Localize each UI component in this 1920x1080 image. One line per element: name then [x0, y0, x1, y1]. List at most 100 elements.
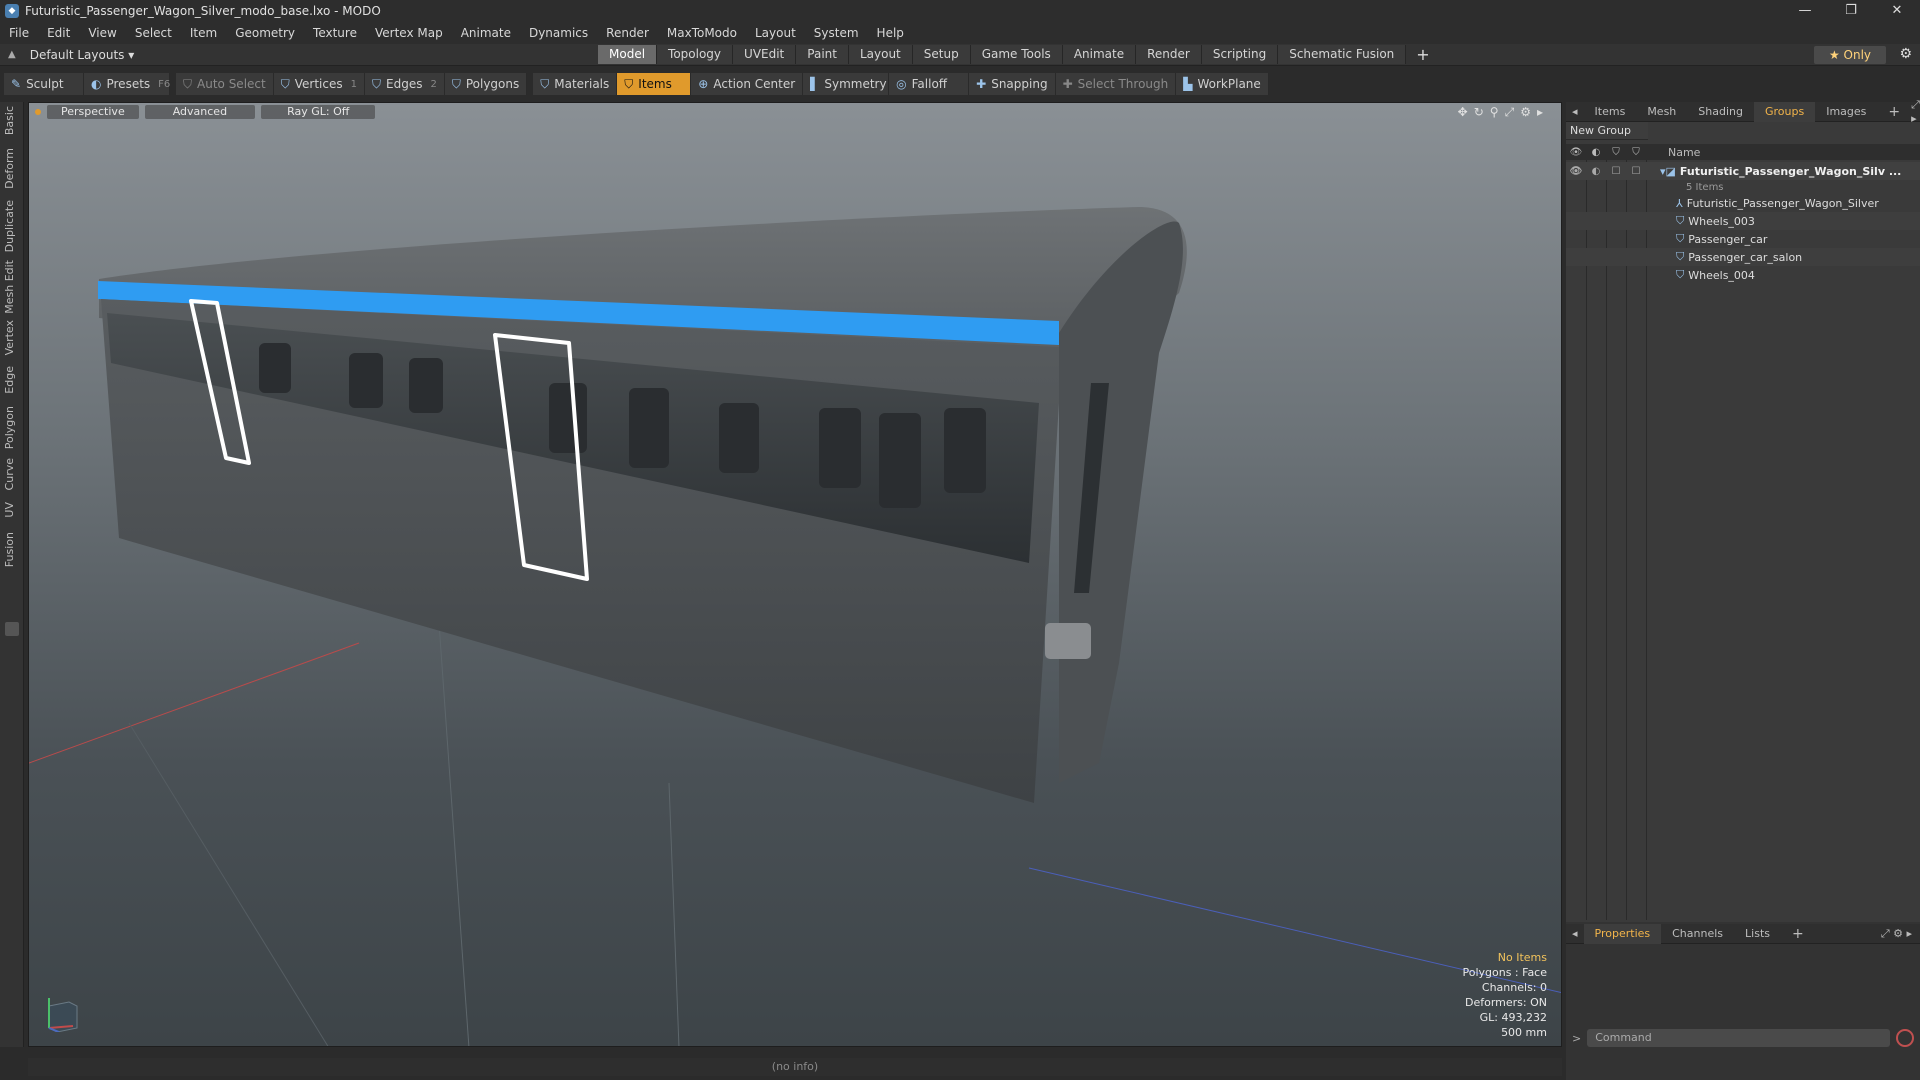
workplane-button[interactable]: ▙ WorkPlane — [1176, 73, 1269, 95]
action-center-button[interactable]: ⊕ Action Center — [691, 73, 804, 95]
sculpt-button[interactable]: ✎ Sculpt — [4, 73, 84, 95]
render-column-icon[interactable]: ◐ — [1586, 147, 1606, 158]
props-expand-icon[interactable]: ⤢ ⚙ ▸ — [1881, 927, 1920, 941]
tab-items[interactable]: Items — [1584, 102, 1637, 122]
command-input[interactable]: Command — [1587, 1029, 1890, 1047]
menu-view[interactable]: View — [79, 26, 125, 40]
only-toggle-button[interactable]: ★ Only — [1814, 46, 1886, 64]
symmetry-button[interactable]: ▌ Symmetry — [803, 73, 890, 95]
vertices-button[interactable]: ⛉ Vertices 1 — [273, 73, 365, 95]
close-icon[interactable]: ✕ — [1874, 0, 1920, 22]
menu-texture[interactable]: Texture — [304, 26, 366, 40]
menu-render[interactable]: Render — [597, 26, 658, 40]
menu-animate[interactable]: Animate — [452, 26, 520, 40]
add-tab-icon[interactable]: + — [1406, 45, 1439, 64]
left-tab-mesh-edit[interactable]: Mesh Edit — [3, 260, 16, 314]
group-lock-icon[interactable]: ☐ — [1606, 166, 1626, 177]
list-item[interactable]: ⛉ Passenger_car_salon — [1566, 248, 1920, 266]
tab-channels[interactable]: Channels — [1661, 924, 1734, 944]
left-tab-uv[interactable]: UV — [3, 502, 16, 518]
left-tab-basic[interactable]: Basic — [3, 106, 16, 135]
group-select-icon[interactable]: ☐ — [1626, 166, 1646, 177]
raygl-button[interactable]: Ray GL: Off — [261, 105, 376, 119]
list-item[interactable]: ⛉ Wheels_003 — [1566, 212, 1920, 230]
panel-toggle-icon[interactable] — [5, 622, 19, 636]
snapping-button[interactable]: ✚ Snapping — [969, 73, 1056, 95]
left-tab-fusion[interactable]: Fusion — [3, 532, 16, 567]
viewport-more-icon[interactable]: ▸ — [1537, 105, 1543, 120]
tab-render[interactable]: Render — [1136, 45, 1202, 64]
command-clear-icon[interactable] — [1896, 1029, 1914, 1047]
menu-item[interactable]: Item — [181, 26, 226, 40]
perspective-button[interactable]: Perspective — [47, 105, 139, 119]
tab-uvedit[interactable]: UVEdit — [733, 45, 797, 64]
presets-button[interactable]: ◐ Presets F6 — [84, 73, 170, 95]
tab-topology[interactable]: Topology — [657, 45, 734, 64]
layout-selector[interactable]: ▲ Default Layouts ▾ — [8, 48, 598, 62]
left-tab-polygon[interactable]: Polygon — [3, 406, 16, 449]
add-panel-tab-icon[interactable]: + — [1877, 102, 1911, 122]
left-tab-edge[interactable]: Edge — [3, 366, 16, 394]
tab-properties[interactable]: Properties — [1583, 923, 1662, 944]
group-render-icon[interactable]: ◐ — [1586, 166, 1606, 177]
menu-dynamics[interactable]: Dynamics — [520, 26, 597, 40]
materials-button[interactable]: ⛉ Materials — [533, 73, 618, 95]
3d-viewport[interactable]: Perspective Advanced Ray GL: Off ✥ ↻ ⚲ ⤢… — [28, 102, 1562, 1047]
menu-vertex-map[interactable]: Vertex Map — [366, 26, 452, 40]
auto-select-button[interactable]: ⛉ Auto Select — [176, 73, 274, 95]
menu-edit[interactable]: Edit — [38, 26, 79, 40]
fit-icon[interactable]: ⤢ — [1505, 105, 1515, 120]
panel-expand-icon[interactable]: ⤢ ▸ — [1911, 98, 1920, 125]
items-button[interactable]: ⛉ Items — [617, 73, 692, 95]
menu-file[interactable]: File — [0, 26, 38, 40]
falloff-button[interactable]: ◎ Falloff — [889, 73, 970, 95]
new-group-button[interactable]: New Group — [1566, 122, 1648, 140]
panel-grip-icon[interactable]: ◂ — [1566, 102, 1584, 122]
tab-game-tools[interactable]: Game Tools — [970, 45, 1063, 64]
tab-setup[interactable]: Setup — [912, 45, 971, 64]
props-grip-icon[interactable]: ◂ — [1566, 924, 1584, 944]
rotate-icon[interactable]: ↻ — [1474, 105, 1484, 120]
zoom-icon[interactable]: ⚲ — [1490, 105, 1499, 120]
menu-maxtomodo[interactable]: MaxToModo — [658, 26, 746, 40]
select-through-button[interactable]: ✚ Select Through — [1055, 73, 1177, 95]
menu-layout[interactable]: Layout — [746, 26, 805, 40]
menu-select[interactable]: Select — [126, 26, 181, 40]
tab-shading[interactable]: Shading — [1687, 102, 1754, 122]
add-props-tab-icon[interactable]: + — [1781, 924, 1815, 944]
tab-images[interactable]: Images — [1815, 102, 1877, 122]
list-item[interactable]: ⛉ Passenger_car — [1566, 230, 1920, 248]
left-tab-vertex[interactable]: Vertex — [3, 320, 16, 355]
polygons-button[interactable]: ⛉ Polygons — [444, 73, 528, 95]
lock-column-icon[interactable]: ⛉ — [1606, 147, 1626, 158]
restore-icon[interactable]: ❐ — [1828, 0, 1874, 22]
list-item[interactable]: ⛉ Wheels_004 — [1566, 266, 1920, 284]
tab-mesh[interactable]: Mesh ... — [1636, 102, 1687, 138]
viewport-gear-icon[interactable]: ⚙ — [1520, 105, 1531, 120]
tab-lists[interactable]: Lists — [1734, 924, 1781, 944]
tab-scripting[interactable]: Scripting — [1201, 45, 1279, 64]
group-visibility-icon[interactable]: 👁 — [1566, 166, 1586, 177]
tab-layout[interactable]: Layout — [848, 45, 913, 64]
advanced-button[interactable]: Advanced — [144, 105, 256, 119]
minimize-icon[interactable]: — — [1782, 0, 1828, 22]
left-tab-deform[interactable]: Deform — [3, 148, 16, 189]
select-column-icon[interactable]: ⛉ — [1626, 147, 1646, 158]
list-item[interactable]: ⅄ Futuristic_Passenger_Wagon_Silver — [1566, 194, 1920, 212]
tab-schematic-fusion[interactable]: Schematic Fusion — [1278, 45, 1407, 64]
group-row[interactable]: 👁 ◐ ☐ ☐ ▾◪ Futuristic_Passenger_Wagon_Si… — [1566, 162, 1920, 180]
tab-groups[interactable]: Groups — [1753, 101, 1816, 122]
menu-geometry[interactable]: Geometry — [226, 26, 304, 40]
edges-button[interactable]: ⛉ Edges 2 — [364, 73, 445, 95]
tab-paint[interactable]: Paint — [796, 45, 849, 64]
tab-animate[interactable]: Animate — [1062, 45, 1137, 64]
tab-model[interactable]: Model — [598, 45, 658, 64]
gear-icon[interactable]: ⚙ — [1899, 46, 1912, 62]
expand-arrow-icon[interactable]: ▲ — [8, 49, 16, 60]
pan-icon[interactable]: ✥ — [1458, 105, 1468, 120]
left-tab-curve[interactable]: Curve — [3, 458, 16, 490]
name-column-header[interactable]: Name — [1668, 146, 1700, 159]
menu-help[interactable]: Help — [868, 26, 913, 40]
menu-system[interactable]: System — [805, 26, 868, 40]
left-tab-duplicate[interactable]: Duplicate — [3, 200, 16, 252]
